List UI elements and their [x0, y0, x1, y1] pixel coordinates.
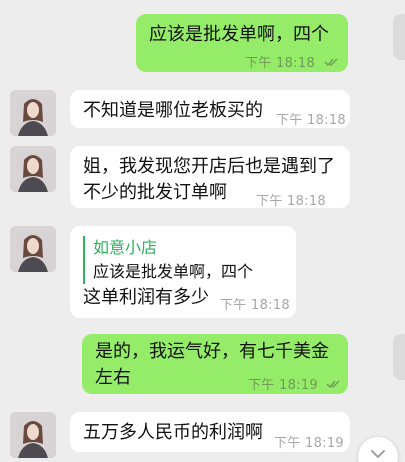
avatar[interactable] — [10, 412, 56, 458]
message-bubble-incoming[interactable]: 五万多人民币的利润啊 下午 18:19 — [70, 412, 350, 452]
double-check-icon — [326, 374, 342, 400]
message-bubble-incoming[interactable]: 姐，我发现您开店后也是遇到了不少的批发订单啊 下午 18:18 — [70, 146, 350, 209]
avatar[interactable] — [10, 90, 56, 136]
message-timestamp: 下午 18:19 — [274, 436, 344, 451]
avatar[interactable] — [10, 146, 56, 192]
avatar[interactable] — [10, 226, 56, 272]
message-bubble-incoming-with-quote[interactable]: 如意小店 应该是批发单啊，四个 这单利润有多少 下午 18:18 — [70, 226, 296, 318]
message-timestamp: 下午 18:18 — [276, 113, 346, 128]
message-bubble-outgoing[interactable]: 应该是批发单啊，四个 下午 18:18 — [136, 14, 348, 72]
message-timestamp: 下午 18:18 — [220, 298, 290, 313]
quoted-sender-name: 如意小店 — [93, 238, 158, 257]
message-text: 五万多人民币的利润啊 — [83, 422, 263, 443]
quoted-message-text: 应该是批发单啊，四个 — [93, 262, 254, 281]
quoted-message[interactable]: 如意小店 应该是批发单啊，四个 — [83, 236, 253, 284]
cropped-avatar-edge — [393, 334, 405, 380]
message-timestamp: 下午 18:18 — [245, 56, 315, 71]
message-text: 不知道是哪位老板买的 — [83, 100, 263, 121]
cropped-avatar-edge — [393, 14, 405, 60]
scroll-to-bottom-button[interactable] — [358, 437, 398, 462]
message-bubble-incoming[interactable]: 不知道是哪位老板买的 下午 18:18 — [70, 90, 350, 128]
chat-view: 应该是批发单啊，四个 下午 18:18 不知道是哪位老板买的 下午 18:18 … — [0, 0, 405, 462]
message-text: 应该是批发单啊，四个 — [149, 24, 329, 45]
message-timestamp: 下午 18:18 — [256, 194, 326, 209]
message-bubble-outgoing[interactable]: 是的，我运气好，有七千美金左右 下午 18:19 — [82, 334, 348, 394]
message-timestamp: 下午 18:19 — [248, 378, 318, 393]
message-text: 这单利润有多少 — [83, 287, 209, 308]
double-check-icon — [324, 52, 340, 78]
